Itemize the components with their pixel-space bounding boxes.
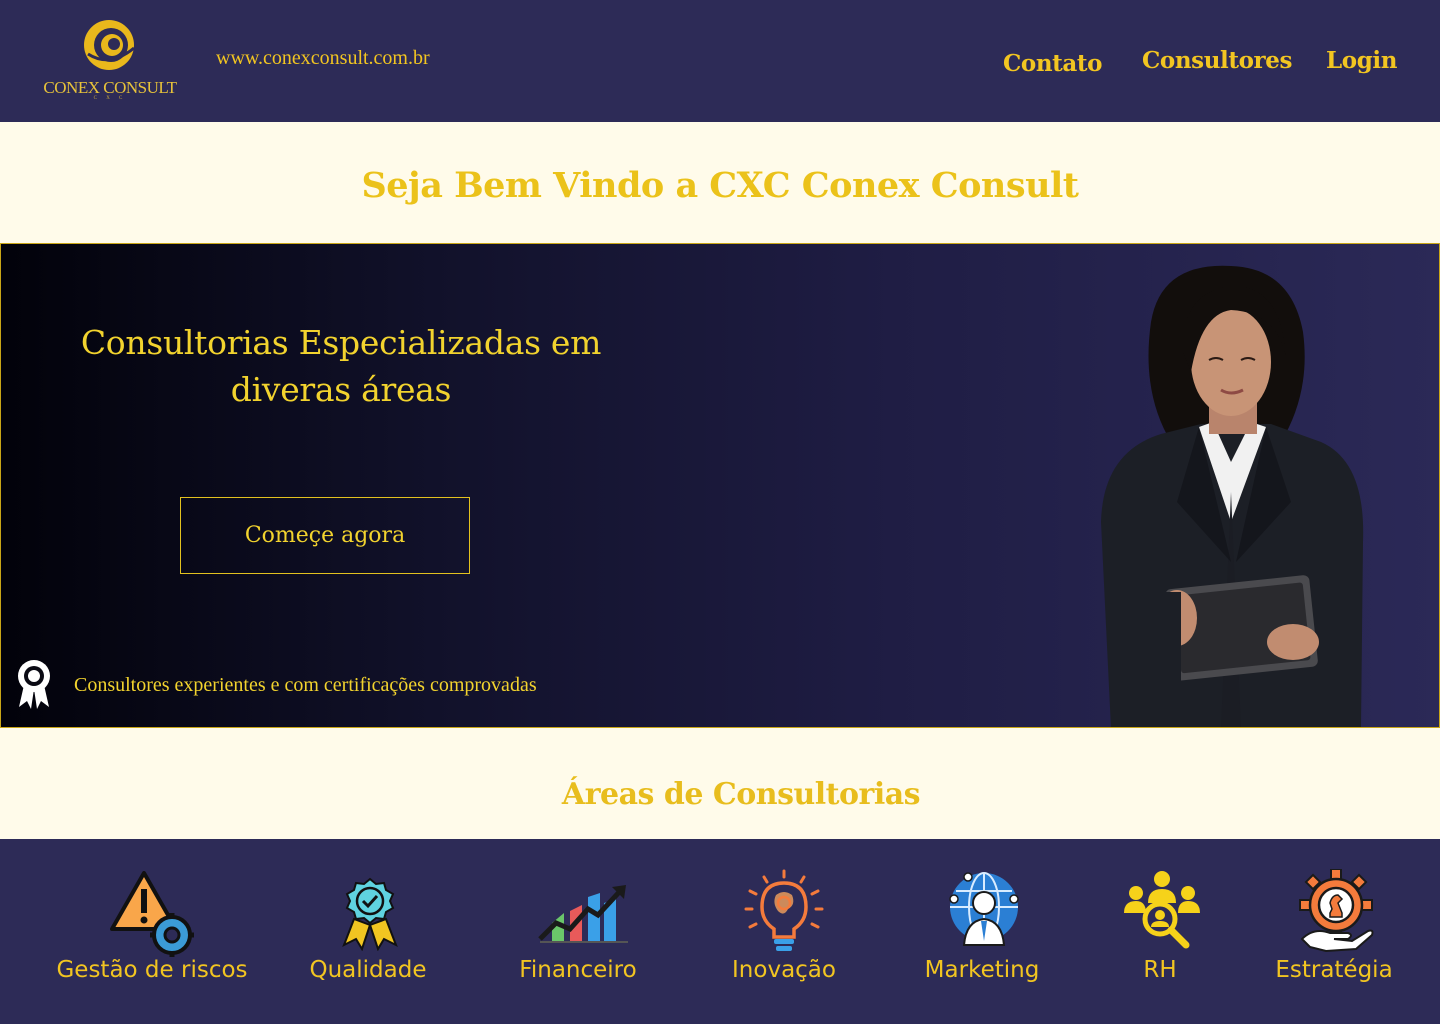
hero-title-line1: Consultorias Especializadas em	[80, 323, 602, 362]
area-marketing[interactable]: Marketing	[900, 839, 1070, 1024]
consultant-photo	[1101, 265, 1364, 727]
hr-people-icon	[1124, 871, 1200, 949]
area-label: Qualidade	[309, 957, 427, 983]
warning-gear-icon	[110, 871, 194, 957]
innovation-bulb-icon	[744, 869, 824, 951]
area-rh[interactable]: RH	[1100, 839, 1220, 1024]
areas-title: Áreas de Consultorias	[561, 777, 921, 812]
area-inovacao[interactable]: Inovação	[700, 839, 870, 1024]
hero-title-line2: diveras áreas	[230, 370, 452, 409]
site-header: CONEX CONSULT C X C www.conexconsult.com…	[0, 0, 1440, 122]
areas-section: Gestão de riscos Qualidade Financeiro In…	[0, 839, 1440, 1024]
area-label: Gestão de riscos	[56, 957, 248, 983]
hero-title: Consultorias Especializadas em diveras á…	[61, 319, 621, 413]
cta-button[interactable]: Começe agora	[180, 497, 470, 574]
quality-badge-icon	[342, 877, 398, 951]
nav-login[interactable]: Login	[1326, 47, 1397, 74]
area-estrategia[interactable]: Estratégia	[1260, 839, 1440, 1024]
area-qualidade[interactable]: Qualidade	[300, 839, 440, 1024]
finance-chart-icon	[538, 885, 628, 943]
welcome-title: Seja Bem Vindo a CXC Conex Consult	[361, 165, 1079, 206]
area-label: Inovação	[732, 957, 836, 983]
strategy-gear-icon	[1299, 869, 1374, 953]
certificate-ribbon-icon	[18, 660, 50, 709]
area-gestao-riscos[interactable]: Gestão de riscos	[0, 839, 300, 1024]
certification-text: Consultores experientes e com certificaç…	[74, 674, 537, 696]
hero-banner: Consultorias Especializadas em diveras á…	[0, 243, 1440, 728]
nav-consultores[interactable]: Consultores	[1142, 47, 1292, 74]
logo-subtext: C X C	[93, 96, 127, 101]
logo[interactable]: CONEX CONSULT C X C	[36, 18, 182, 106]
marketing-globe-icon	[949, 872, 1019, 946]
area-financeiro[interactable]: Financeiro	[500, 839, 660, 1024]
site-url[interactable]: www.conexconsult.com.br	[216, 47, 430, 70]
area-label: Financeiro	[519, 957, 637, 983]
logo-mark-icon	[84, 20, 135, 70]
area-label: RH	[1143, 957, 1177, 983]
area-label: Estratégia	[1275, 957, 1393, 983]
area-label: Marketing	[924, 957, 1040, 983]
nav-contato[interactable]: Contato	[1003, 50, 1102, 77]
logo-text: CONEX CONSULT	[43, 78, 177, 97]
